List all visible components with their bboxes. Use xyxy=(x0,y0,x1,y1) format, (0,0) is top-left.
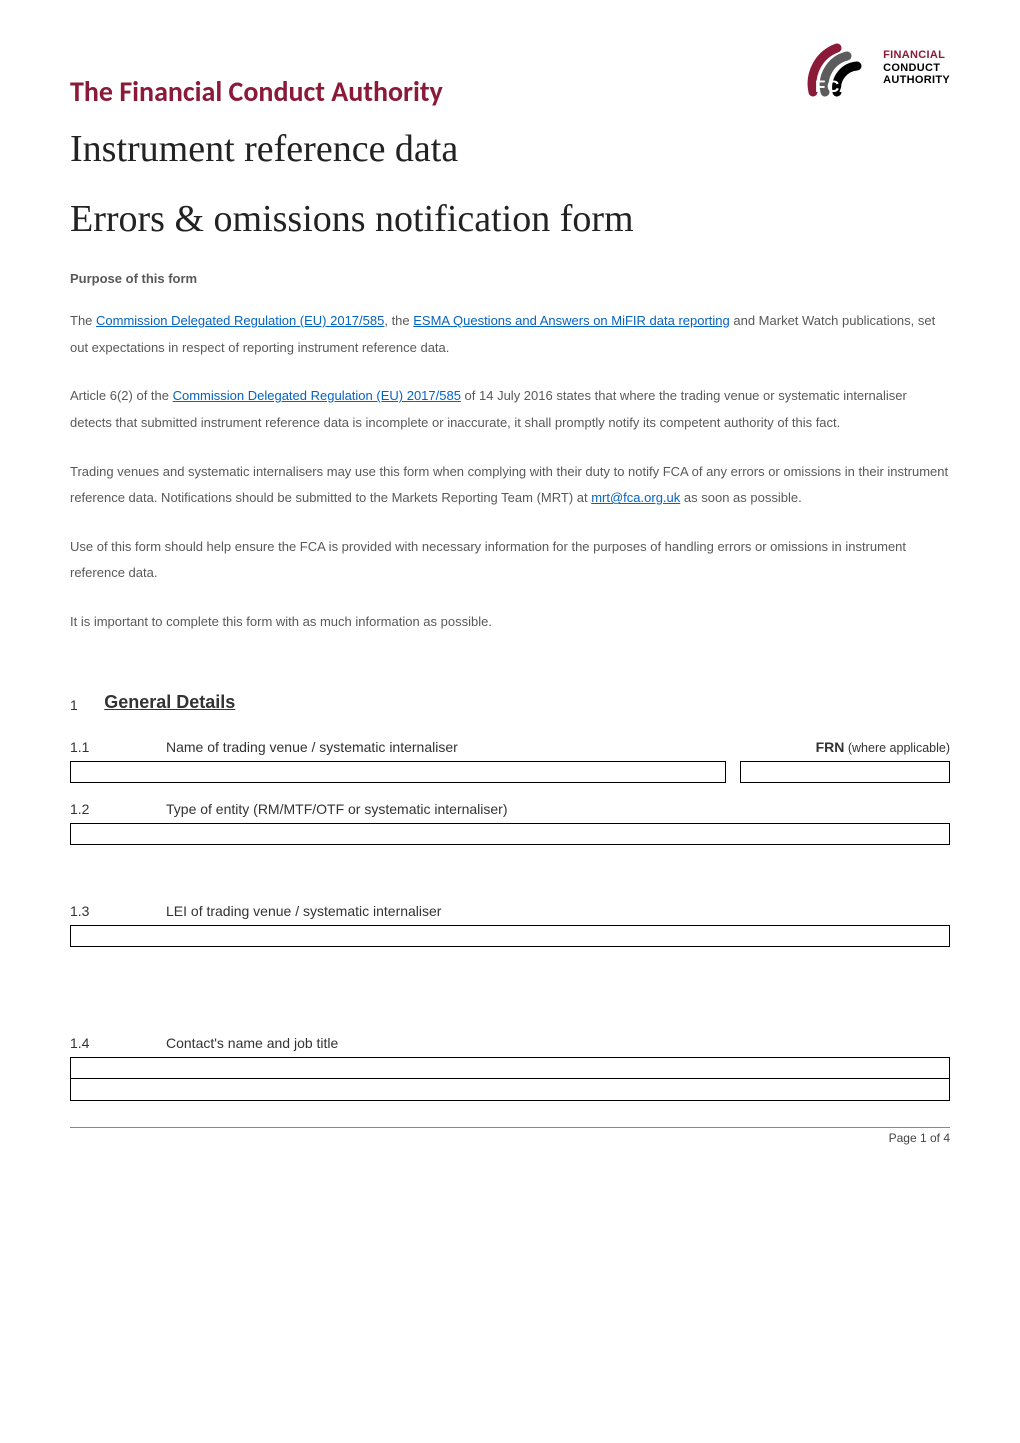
page-footer: Page 1 of 4 xyxy=(70,1127,950,1145)
field-1-4-label: Contact's name and job title xyxy=(166,1035,950,1051)
link-regulation-2017-585[interactable]: Commission Delegated Regulation (EU) 201… xyxy=(96,313,384,328)
fca-logo: F C A FINANCIAL CONDUCT AUTHORITY xyxy=(807,38,950,98)
field-1-3-row: 1.3 LEI of trading venue / systematic in… xyxy=(70,903,950,919)
section-1-title: General Details xyxy=(104,692,235,713)
field-1-1-row: 1.1 Name of trading venue / systematic i… xyxy=(70,739,950,755)
field-1-4-num: 1.4 xyxy=(70,1035,166,1051)
field-1-1-label: Name of trading venue / systematic inter… xyxy=(166,739,816,755)
field-1-4-row: 1.4 Contact's name and job title xyxy=(70,1035,950,1051)
contact-title-input[interactable] xyxy=(70,1079,950,1101)
svg-text:A: A xyxy=(839,77,851,96)
field-1-2-label: Type of entity (RM/MTF/OTF or systematic… xyxy=(166,801,950,817)
section-1-header: 1 General Details xyxy=(70,692,950,713)
purpose-para-4: Use of this form should help ensure the … xyxy=(70,534,950,587)
field-1-1-num: 1.1 xyxy=(70,739,166,755)
link-regulation-2017-585-b[interactable]: Commission Delegated Regulation (EU) 201… xyxy=(173,388,461,403)
authority-title: The Financial Conduct Authority xyxy=(70,74,443,109)
purpose-para-3: Trading venues and systematic internalis… xyxy=(70,459,950,512)
link-mrt-email[interactable]: mrt@fca.org.uk xyxy=(591,490,680,505)
fca-logo-text: FINANCIAL CONDUCT AUTHORITY xyxy=(883,49,950,87)
purpose-para-5: It is important to complete this form wi… xyxy=(70,609,950,636)
document-subtitle: Errors & omissions notification form xyxy=(70,197,950,241)
logo-line-authority: AUTHORITY xyxy=(883,74,950,87)
document-title: Instrument reference data xyxy=(70,127,950,171)
field-1-2-num: 1.2 xyxy=(70,801,166,817)
svg-text:C: C xyxy=(827,77,839,96)
field-1-3-label: LEI of trading venue / systematic intern… xyxy=(166,903,950,919)
field-1-3-num: 1.3 xyxy=(70,903,166,919)
link-esma-qa[interactable]: ESMA Questions and Answers on MiFIR data… xyxy=(413,313,730,328)
logo-line-conduct: CONDUCT xyxy=(883,62,950,75)
purpose-para-2: Article 6(2) of the Commission Delegated… xyxy=(70,383,950,436)
fca-logo-icon: F C A xyxy=(807,38,879,98)
contact-name-input[interactable] xyxy=(70,1057,950,1079)
logo-line-financial: FINANCIAL xyxy=(883,49,950,62)
svg-text:F: F xyxy=(815,77,825,96)
lei-input[interactable] xyxy=(70,925,950,947)
purpose-heading: Purpose of this form xyxy=(70,271,950,286)
field-1-2-row: 1.2 Type of entity (RM/MTF/OTF or system… xyxy=(70,801,950,817)
purpose-block: The Commission Delegated Regulation (EU)… xyxy=(70,308,950,636)
purpose-para-1: The Commission Delegated Regulation (EU)… xyxy=(70,308,950,361)
frn-input[interactable] xyxy=(740,761,950,783)
field-1-1-frn-label: FRN (where applicable) xyxy=(816,739,950,755)
section-1-num: 1 xyxy=(70,697,78,713)
name-input[interactable] xyxy=(70,761,726,783)
entity-type-input[interactable] xyxy=(70,823,950,845)
